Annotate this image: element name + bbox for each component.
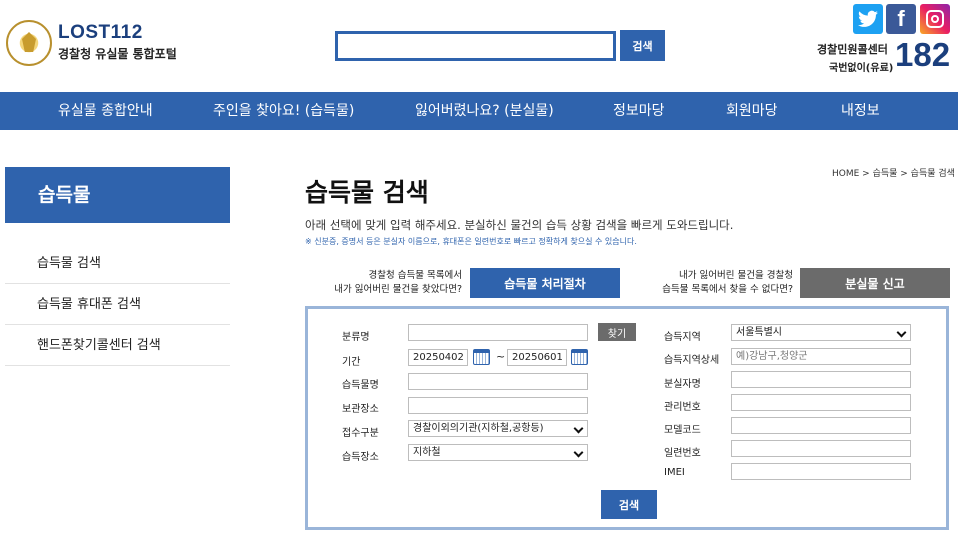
category-label: 분류명 bbox=[342, 332, 370, 343]
item-name-label: 습득물명 bbox=[342, 380, 379, 391]
find-category-button[interactable]: 찾기 bbox=[598, 323, 636, 341]
category-field[interactable] bbox=[408, 324, 588, 341]
cta-left-line1: 경찰청 습득물 목록에서 bbox=[368, 270, 462, 281]
search-button[interactable]: 검색 bbox=[620, 30, 665, 61]
sidebar-item-phone-search[interactable]: 습득물 휴대폰 검색 bbox=[5, 284, 230, 325]
intake-label: 접수구분 bbox=[342, 428, 379, 439]
call-center-number: 182 bbox=[895, 36, 951, 73]
form-search-button[interactable]: 검색 bbox=[601, 490, 657, 519]
management-number-label: 관리번호 bbox=[664, 402, 701, 413]
search-form-panel: 분류명 찾기 기간 20250402 ~ 20250601 습득물명 보관장소 … bbox=[305, 306, 949, 530]
sidebar-title: 습득물 bbox=[5, 167, 230, 223]
owner-name-field[interactable] bbox=[731, 371, 911, 388]
nav-item-info[interactable]: 정보마당 bbox=[613, 92, 665, 130]
region-label: 습득지역 bbox=[664, 332, 701, 343]
imei-field[interactable] bbox=[731, 463, 911, 480]
nav-item-lost[interactable]: 잃어버렸나요? (분실물) bbox=[415, 92, 554, 130]
facebook-icon[interactable]: f bbox=[886, 4, 916, 34]
serial-number-label: 일련번호 bbox=[664, 448, 701, 459]
brand-title[interactable]: LOST112 bbox=[58, 22, 143, 44]
model-code-label: 모델코드 bbox=[664, 425, 701, 436]
nav-item-member[interactable]: 회원마당 bbox=[726, 92, 778, 130]
search-input[interactable] bbox=[335, 31, 616, 61]
instagram-icon[interactable] bbox=[920, 4, 950, 34]
place-select[interactable]: 지하철 bbox=[408, 444, 588, 461]
main-nav: 유실물 종합안내 주인을 찾아요! (습득물) 잃어버렸나요? (분실물) 정보… bbox=[0, 92, 958, 130]
date-from-field[interactable]: 20250402 bbox=[408, 349, 468, 366]
cta-right-line2: 습득물 목록에서 찾을 수 없다면? bbox=[662, 284, 793, 295]
twitter-icon[interactable] bbox=[853, 4, 883, 34]
serial-number-field[interactable] bbox=[731, 440, 911, 457]
intake-select-value: 경찰이외의기관(지하철,공항등) bbox=[413, 423, 544, 434]
police-emblem-logo[interactable] bbox=[6, 20, 52, 66]
site-header: LOST112 경찰청 유실물 통합포털 검색 f 경찰민원콜센터 국번없이(유… bbox=[0, 0, 958, 92]
lost-report-button[interactable]: 분실물 신고 bbox=[800, 268, 950, 298]
cta-right-text: 내가 잃어버린 물건을 경찰청 습득물 목록에서 찾을 수 없다면? bbox=[640, 269, 793, 297]
cta-right-line1: 내가 잃어버린 물건을 경찰청 bbox=[679, 270, 793, 281]
sidebar-item-callcenter-search[interactable]: 핸드폰찾기콜센터 검색 bbox=[5, 325, 230, 366]
cta-left-text: 경찰청 습득물 목록에서 내가 잃어버린 물건을 찾았다면? bbox=[322, 269, 462, 297]
breadcrumb: HOME > 습득물 > 습득물 검색 bbox=[832, 169, 955, 179]
page-title: 습득물 검색 bbox=[305, 178, 429, 207]
calendar-to-icon[interactable] bbox=[571, 349, 588, 365]
brand-subtitle[interactable]: 경찰청 유실물 통합포털 bbox=[58, 45, 177, 62]
region-select-value: 서울특별시 bbox=[736, 327, 782, 338]
nav-item-myinfo[interactable]: 내정보 bbox=[841, 92, 880, 130]
nav-item-guide[interactable]: 유실물 종합안내 bbox=[58, 92, 153, 130]
region-detail-label: 습득지역상세 bbox=[664, 355, 720, 366]
model-code-field[interactable] bbox=[731, 417, 911, 434]
region-detail-field[interactable]: 예)강남구,청양군 bbox=[731, 348, 911, 365]
date-separator: ~ bbox=[496, 350, 506, 363]
call-center-label: 경찰민원콜센터 bbox=[817, 43, 888, 56]
storage-field[interactable] bbox=[408, 397, 588, 414]
date-to-field[interactable]: 20250601 bbox=[507, 349, 567, 366]
page-description: 아래 선택에 맞게 입력 해주세요. 분실하신 물건의 습득 상황 검색을 빠르… bbox=[305, 218, 734, 232]
period-label: 기간 bbox=[342, 357, 361, 368]
region-select[interactable]: 서울특별시 bbox=[731, 324, 911, 341]
imei-label: IMEI bbox=[664, 467, 685, 478]
intake-select[interactable]: 경찰이외의기관(지하철,공항등) bbox=[408, 420, 588, 437]
cta-left-line2: 내가 잃어버린 물건을 찾았다면? bbox=[334, 284, 462, 295]
owner-name-label: 분실자명 bbox=[664, 379, 701, 390]
calendar-from-icon[interactable] bbox=[473, 349, 490, 365]
page-note: ※ 신분증, 증명서 등은 분실자 이름으로, 휴대폰은 일련번호로 빠르고 정… bbox=[305, 237, 637, 246]
nav-item-found[interactable]: 주인을 찾아요! (습득물) bbox=[213, 92, 354, 130]
item-name-field[interactable] bbox=[408, 373, 588, 390]
found-procedure-button[interactable]: 습득물 처리절차 bbox=[470, 268, 620, 298]
storage-label: 보관장소 bbox=[342, 404, 379, 415]
call-center-note: 국번없이(유료) bbox=[829, 63, 894, 74]
place-label: 습득장소 bbox=[342, 452, 379, 463]
place-select-value: 지하철 bbox=[413, 447, 441, 458]
management-number-field[interactable] bbox=[731, 394, 911, 411]
sidebar-item-found-search[interactable]: 습득물 검색 bbox=[5, 243, 230, 284]
